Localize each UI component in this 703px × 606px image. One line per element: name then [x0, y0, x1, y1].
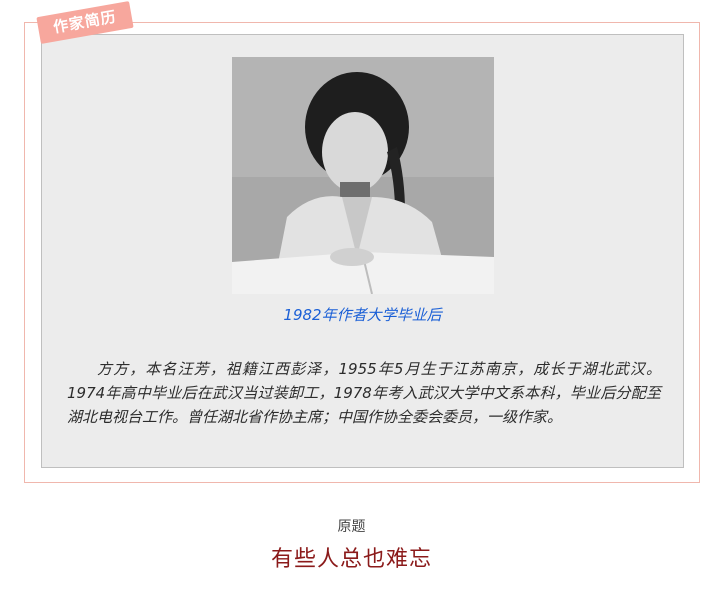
author-photo-image: [232, 57, 494, 294]
author-photo: [232, 57, 494, 294]
article-title: 有些人总也难忘: [270, 547, 432, 572]
author-bio: 方方，本名汪芳，祖籍江西彭泽，1955年5月生于江苏南京，成长于湖北武汉。197…: [67, 360, 661, 426]
original-title-label: 原题: [337, 519, 366, 535]
photo-caption: 1982年作者大学毕业后: [283, 306, 442, 324]
